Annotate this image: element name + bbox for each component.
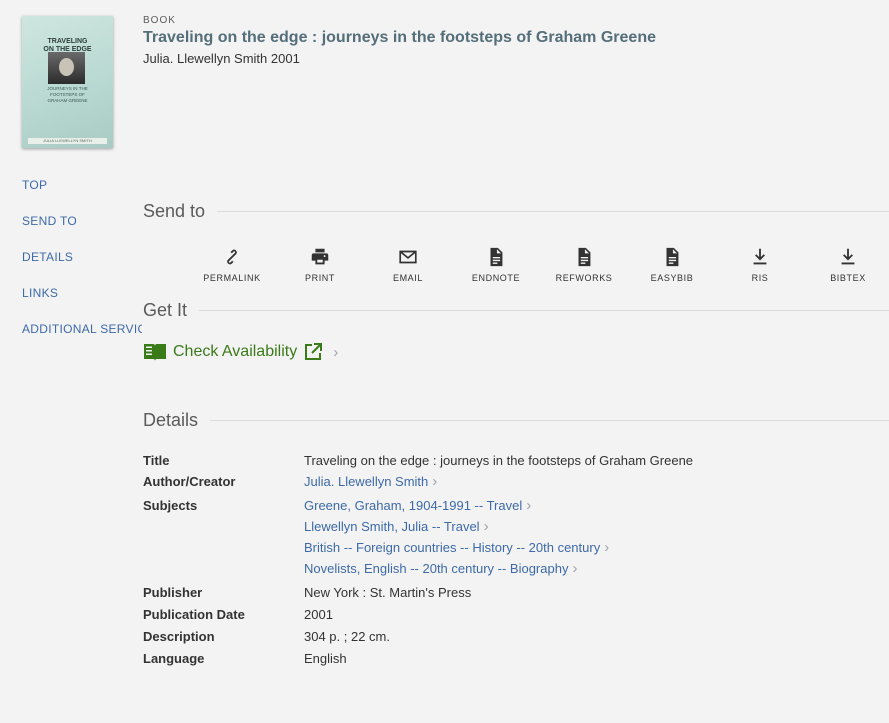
- print-label: PRINT: [305, 273, 335, 283]
- permalink-button[interactable]: PERMALINK: [188, 246, 276, 283]
- nav-additional-services[interactable]: ADDITIONAL SERVICES: [22, 320, 142, 356]
- printer-icon: [311, 248, 329, 265]
- detail-label: Author/Creator: [143, 474, 236, 489]
- divider: [199, 310, 889, 311]
- detail-label: Publication Date: [143, 607, 245, 622]
- envelope-icon: [399, 250, 417, 264]
- open-book-icon: [144, 344, 166, 361]
- download-icon: [841, 248, 855, 265]
- check-availability-link[interactable]: Check Availability ›: [143, 341, 338, 363]
- chevron-right-icon: ›: [526, 497, 532, 514]
- divider: [217, 211, 889, 212]
- book-cover-image[interactable]: TRAVELING ON THE EDGE JOURNEYS IN THE FO…: [22, 16, 113, 148]
- cover-portrait: [48, 52, 85, 84]
- detail-value: English: [304, 651, 347, 666]
- details-section-header: Details: [143, 410, 889, 431]
- detail-row-date: Publication Date 2001: [143, 604, 693, 625]
- ris-label: RIS: [751, 273, 769, 283]
- subject-link[interactable]: Novelists, English -- 20th century -- Bi…: [304, 561, 568, 576]
- refworks-button[interactable]: REFWORKS: [540, 246, 628, 283]
- detail-label: Title: [143, 453, 170, 468]
- nav-send-to[interactable]: SEND TO: [22, 212, 142, 248]
- email-label: EMAIL: [392, 273, 423, 283]
- detail-label: Language: [143, 651, 205, 666]
- send-to-actions: PERMALINK PRINT EMAIL ENDNOTE REFWORKS E…: [188, 246, 889, 283]
- ris-button[interactable]: RIS: [716, 246, 804, 283]
- endnote-label: ENDNOTE: [471, 273, 521, 283]
- bibtex-label: BIBTEX: [830, 273, 866, 283]
- detail-label: Description: [143, 629, 215, 644]
- subject-link[interactable]: British -- Foreign countries -- History …: [304, 540, 600, 555]
- document-icon: [490, 247, 503, 267]
- detail-row-title: Title Traveling on the edge : journeys i…: [143, 450, 693, 471]
- refworks-label: REFWORKS: [555, 273, 613, 283]
- record-type-label: BOOK: [143, 15, 176, 26]
- cover-subtitle: JOURNEYS IN THE FOOTSTEPS OF GRAHAM GREE…: [47, 86, 88, 103]
- endnote-button[interactable]: ENDNOTE: [452, 246, 540, 283]
- document-icon: [578, 247, 591, 267]
- author-link[interactable]: Julia. Llewellyn Smith: [304, 474, 428, 489]
- document-icon: [666, 247, 679, 267]
- details-table: Title Traveling on the edge : journeys i…: [143, 450, 693, 669]
- easybib-label: EASYBIB: [650, 273, 694, 283]
- divider: [210, 420, 889, 421]
- easybib-button[interactable]: EASYBIB: [628, 246, 716, 283]
- send-to-section-header: Send to: [143, 201, 889, 222]
- print-button[interactable]: PRINT: [276, 246, 364, 283]
- detail-value: Traveling on the edge : journeys in the …: [304, 453, 694, 468]
- link-icon: [227, 249, 237, 265]
- email-button[interactable]: EMAIL: [364, 246, 452, 283]
- permalink-label: PERMALINK: [203, 273, 261, 283]
- chevron-right-icon: ›: [572, 560, 578, 577]
- external-link-icon: [305, 343, 323, 360]
- detail-value: 2001: [304, 607, 333, 622]
- chevron-right-icon: ›: [604, 539, 610, 556]
- nav-links[interactable]: LINKS: [22, 284, 142, 320]
- send-to-heading: Send to: [143, 201, 206, 221]
- record-header: BOOK Traveling on the edge : journeys in…: [143, 15, 656, 66]
- detail-row-description: Description 304 p. ; 22 cm.: [143, 626, 693, 647]
- details-heading: Details: [143, 410, 199, 430]
- chevron-right-icon: ›: [333, 343, 339, 361]
- subject-link[interactable]: Greene, Graham, 1904-1991 -- Travel: [304, 498, 522, 513]
- section-nav: TOP SEND TO DETAILS LINKS ADDITIONAL SER…: [22, 176, 142, 356]
- detail-row-author: Author/Creator Julia. Llewellyn Smith ›: [143, 471, 693, 492]
- detail-value: New York : St. Martin's Press: [304, 585, 472, 600]
- download-icon: [753, 248, 767, 265]
- detail-label: Publisher: [143, 585, 203, 600]
- detail-value: 304 p. ; 22 cm.: [304, 629, 390, 644]
- nav-top[interactable]: TOP: [22, 176, 142, 212]
- bibtex-button[interactable]: BIBTEX: [804, 246, 889, 283]
- detail-row-publisher: Publisher New York : St. Martin's Press: [143, 582, 693, 603]
- check-availability-label: Check Availability: [173, 343, 298, 360]
- detail-row-subjects: Subjects Greene, Graham, 1904-1991 -- Tr…: [143, 495, 693, 579]
- get-it-section-header: Get It: [143, 300, 889, 321]
- chevron-right-icon: ›: [483, 518, 489, 535]
- subject-link[interactable]: Llewellyn Smith, Julia -- Travel: [304, 519, 480, 534]
- nav-details[interactable]: DETAILS: [22, 248, 142, 284]
- chevron-right-icon: ›: [432, 473, 438, 490]
- record-author-line: Julia. Llewellyn Smith 2001: [143, 51, 300, 66]
- detail-label: Subjects: [143, 498, 198, 513]
- get-it-heading: Get It: [143, 300, 188, 320]
- record-title[interactable]: Traveling on the edge : journeys in the …: [143, 29, 656, 47]
- detail-row-language: Language English: [143, 648, 693, 669]
- cover-footer: JULIA LLEWELLYN SMITH: [28, 138, 107, 144]
